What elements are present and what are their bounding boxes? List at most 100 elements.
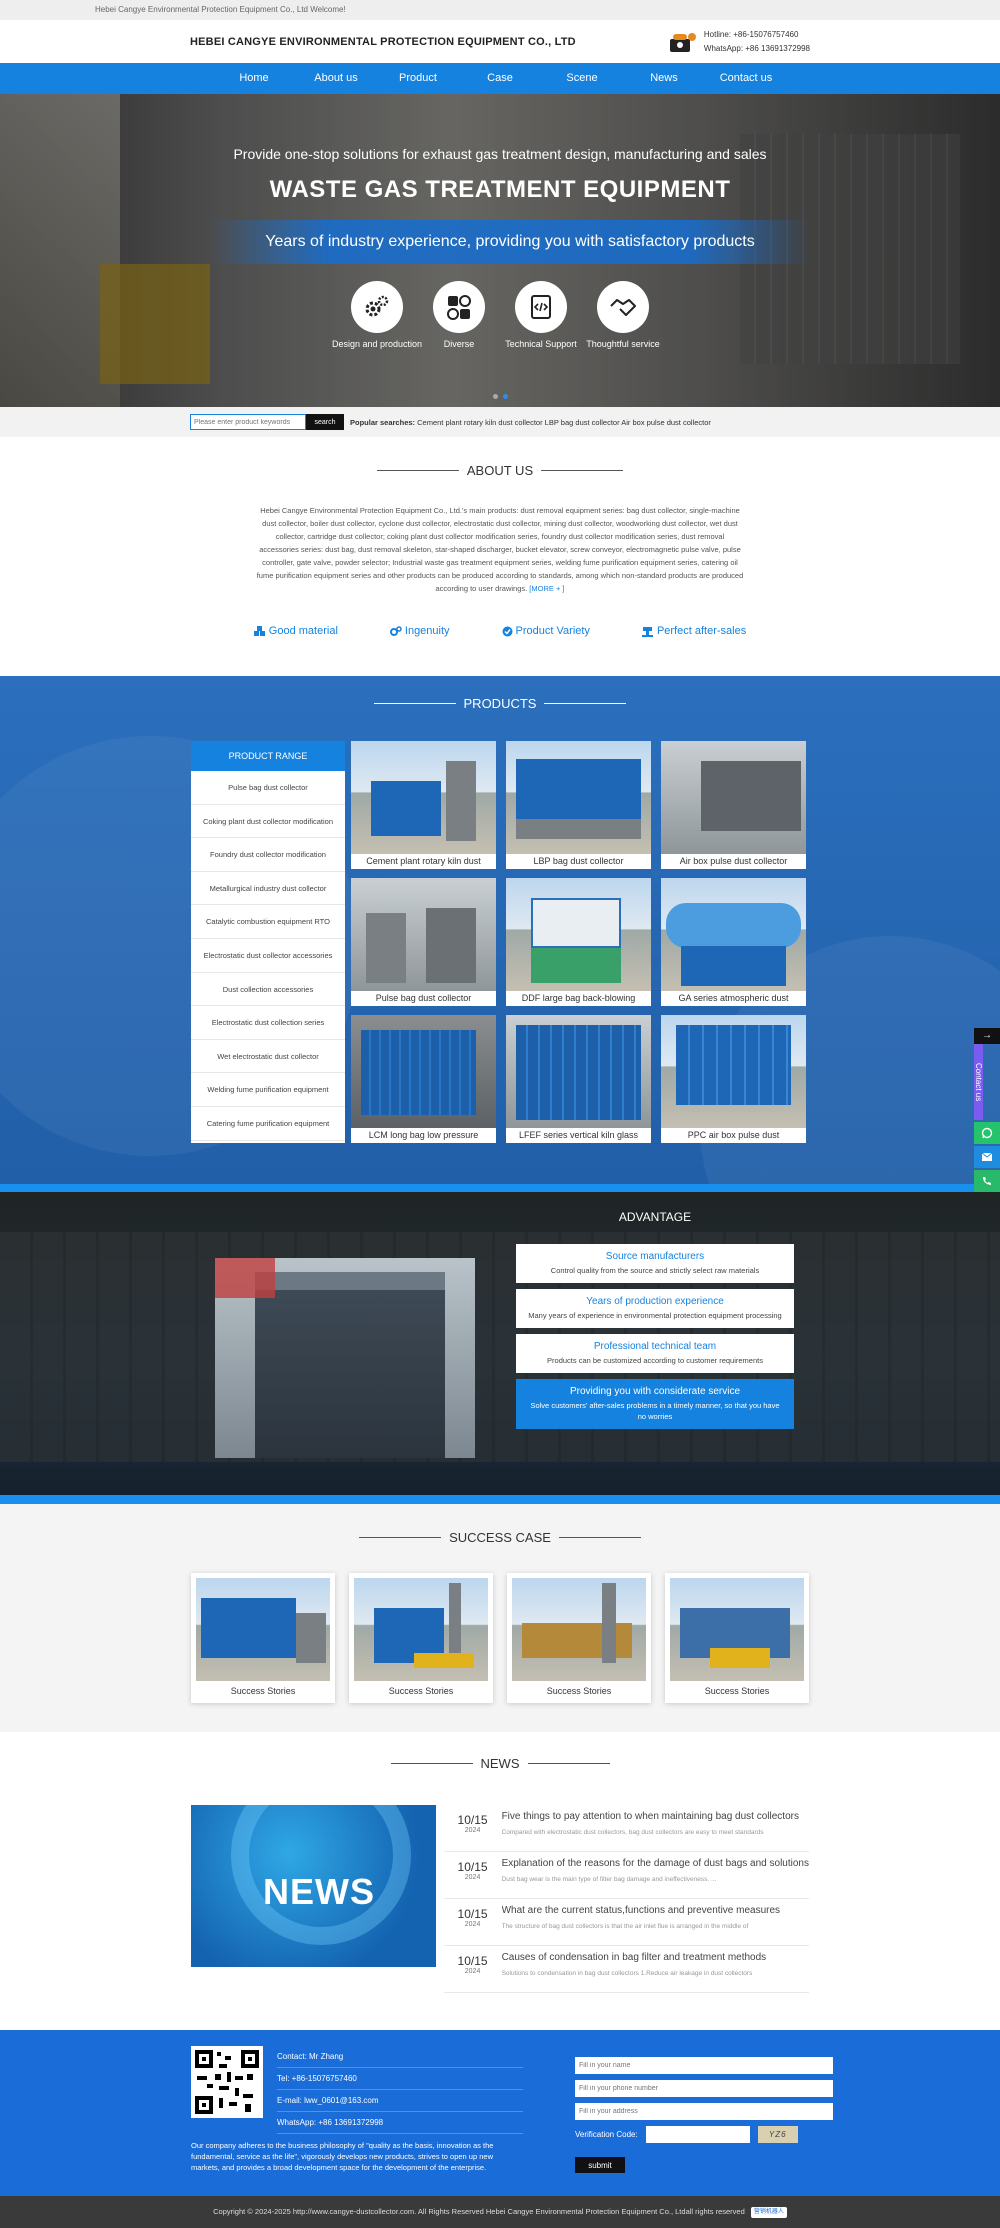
case-card[interactable]: Success Stories <box>507 1573 651 1703</box>
range-item[interactable]: Dust collection accessories <box>191 973 345 1007</box>
advantage-item[interactable]: Professional technical team Products can… <box>516 1334 794 1373</box>
news-date-md: 10/15 <box>457 1954 488 1968</box>
product-caption: DDF large bag back-blowing <box>521 993 636 1003</box>
feature-variety: Product Variety <box>502 625 590 637</box>
range-item[interactable]: Welding fume purification equipment <box>191 1073 345 1107</box>
product-photo <box>351 878 496 991</box>
product-photo <box>661 1015 806 1128</box>
nav-contact[interactable]: Contact us <box>705 63 787 94</box>
products-section: PRODUCTS PRODUCT RANGE Pulse bag dust co… <box>0 676 1000 1184</box>
hero-feature-support: Technical Support <box>505 281 577 349</box>
footer: Contact: Mr Zhang Tel: +86-15076757460 E… <box>0 2030 1000 2196</box>
whatsapp-icon[interactable] <box>974 1122 1000 1144</box>
news-summary: Solutions to condensation in bag dust co… <box>501 1970 753 1977</box>
product-card[interactable]: Air box pulse dust collector <box>661 741 806 869</box>
advantage-item-desc: Many years of experience in environmenta… <box>528 1311 782 1320</box>
range-item[interactable]: Pulse bag dust collector <box>191 771 345 805</box>
range-item[interactable]: Electrostatic dust collector accessories <box>191 939 345 973</box>
footer-tel[interactable]: Tel: +86-15076757460 <box>277 2068 523 2090</box>
feature-good-material: Good material <box>253 625 338 637</box>
about-paragraph: Hebei Cangye Environmental Protection Eq… <box>256 506 744 593</box>
news-summary: Dust bag wear is the main type of filter… <box>501 1876 717 1883</box>
news-item[interactable]: 10/15 2024 What are the current status,fu… <box>443 1899 809 1946</box>
product-photo <box>506 878 651 991</box>
product-card[interactable]: LCM long bag low pressure <box>351 1015 496 1143</box>
news-item[interactable]: 10/15 2024 Explanation of the reasons for… <box>443 1852 809 1899</box>
nav-case[interactable]: Case <box>459 63 541 94</box>
news-item[interactable]: 10/15 2024 Five things to pay attention t… <box>443 1805 809 1852</box>
name-field[interactable] <box>575 2057 833 2074</box>
product-photo <box>661 878 806 991</box>
nav-product[interactable]: Product <box>377 63 459 94</box>
popular-searches: Popular searches: Cement plant rotary ki… <box>350 418 711 427</box>
range-item[interactable]: Catering fume purification equipment <box>191 1107 345 1141</box>
news-headline[interactable]: Explanation of the reasons for the damag… <box>502 1858 809 1869</box>
title-line <box>376 470 459 471</box>
address-field[interactable] <box>575 2103 833 2120</box>
nav-home[interactable]: Home <box>213 63 295 94</box>
range-item[interactable]: Metallurgical industry dust collector <box>191 872 345 906</box>
nav-about[interactable]: About us <box>295 63 377 94</box>
phone-call-icon[interactable] <box>974 1170 1000 1192</box>
side-float-bar: → Contact us <box>974 1028 1000 1192</box>
range-item[interactable]: Wet electrostatic dust collector <box>191 1040 345 1074</box>
range-item[interactable]: Electrostatic dust collection series <box>191 1006 345 1040</box>
phone-icon <box>668 29 698 55</box>
advantage-item-active[interactable]: Providing you with considerate service S… <box>516 1379 794 1429</box>
range-item[interactable]: Foundry dust collector modification <box>191 838 345 872</box>
search-input[interactable] <box>190 414 306 430</box>
product-card[interactable]: Pulse bag dust collector <box>351 878 496 1006</box>
verification-input[interactable] <box>645 2126 750 2143</box>
feature-label: Perfect after-sales <box>656 625 747 637</box>
title-line <box>373 703 456 704</box>
about-text: Hebei Cangye Environmental Protection Eq… <box>255 504 745 595</box>
news-headline[interactable]: Five things to pay attention to when mai… <box>502 1811 809 1822</box>
nav-scene[interactable]: Scene <box>541 63 623 94</box>
product-card[interactable]: DDF large bag back-blowing <box>506 878 651 1006</box>
news-item[interactable]: 10/15 2024 Causes of condensation in bag … <box>443 1946 809 1993</box>
news-image-word: NEWS <box>263 1871 375 1912</box>
arrow-right-icon[interactable]: → <box>974 1028 1000 1044</box>
search-button[interactable]: search <box>306 414 344 430</box>
verification-row: Verification Code: YZ6 <box>575 2126 833 2143</box>
phone-field[interactable] <box>575 2080 833 2097</box>
slider-dot-active[interactable] <box>502 394 508 399</box>
side-contact-tab[interactable]: Contact us <box>974 1044 983 1120</box>
footer-description: Our company adheres to the business phil… <box>191 2141 494 2172</box>
case-card[interactable]: Success Stories <box>665 1573 809 1703</box>
news-headline[interactable]: Causes of condensation in bag filter and… <box>502 1952 809 1963</box>
range-item[interactable]: Coking plant dust collector modification <box>191 805 345 839</box>
product-card[interactable]: LFEF series vertical kiln glass <box>506 1015 651 1143</box>
news-date: 10/15 2024 <box>444 1946 502 1992</box>
product-card[interactable]: LBP bag dust collector <box>506 741 651 869</box>
marketing-robot-badge[interactable]: 营销机器人 <box>750 2206 787 2218</box>
advantage-item[interactable]: Years of production experience Many year… <box>516 1289 794 1328</box>
slider-dot[interactable] <box>492 394 498 399</box>
product-card[interactable]: GA series atmospheric dust <box>661 878 806 1006</box>
about-more-link[interactable]: [MORE + ] <box>529 584 564 593</box>
news-headline[interactable]: What are the current status,functions an… <box>502 1905 809 1916</box>
advantage-item-title: Years of production experience <box>586 1296 724 1307</box>
hero-feature-design: Design and production <box>332 281 422 349</box>
product-card[interactable]: PPC air box pulse dust <box>661 1015 806 1143</box>
case-card[interactable]: Success Stories <box>349 1573 493 1703</box>
product-caption: Pulse bag dust collector <box>375 993 472 1003</box>
captcha-image[interactable]: YZ6 <box>757 2126 798 2143</box>
footer-email[interactable]: E-mail: lww_0601@163.com <box>277 2090 523 2112</box>
news-date-md: 10/15 <box>457 1813 488 1827</box>
popular-terms[interactable]: Cement plant rotary kiln dust collector … <box>417 418 711 427</box>
nav-news[interactable]: News <box>623 63 705 94</box>
advantage-item-desc: Control quality from the source and stri… <box>550 1266 760 1275</box>
submit-button[interactable]: submit <box>575 2157 625 2173</box>
advantage-item[interactable]: Source manufacturers Control quality fro… <box>516 1244 794 1283</box>
case-card[interactable]: Success Stories <box>191 1573 335 1703</box>
email-icon[interactable] <box>974 1146 1000 1168</box>
product-card[interactable]: Cement plant rotary kiln dust <box>351 741 496 869</box>
footer-left: Contact: Mr Zhang Tel: +86-15076757460 E… <box>191 2046 523 2173</box>
success-case-section: SUCCESS CASE Success Stories Success Sto… <box>0 1504 1000 1732</box>
range-item[interactable]: Catalytic combustion equipment RTO <box>191 905 345 939</box>
news-image[interactable]: NEWS <box>191 1805 436 1967</box>
feature-label: Product Variety <box>515 625 590 637</box>
news-date-md: 10/15 <box>457 1907 488 1921</box>
footer-whatsapp[interactable]: WhatsApp: +86 13691372998 <box>277 2112 523 2134</box>
